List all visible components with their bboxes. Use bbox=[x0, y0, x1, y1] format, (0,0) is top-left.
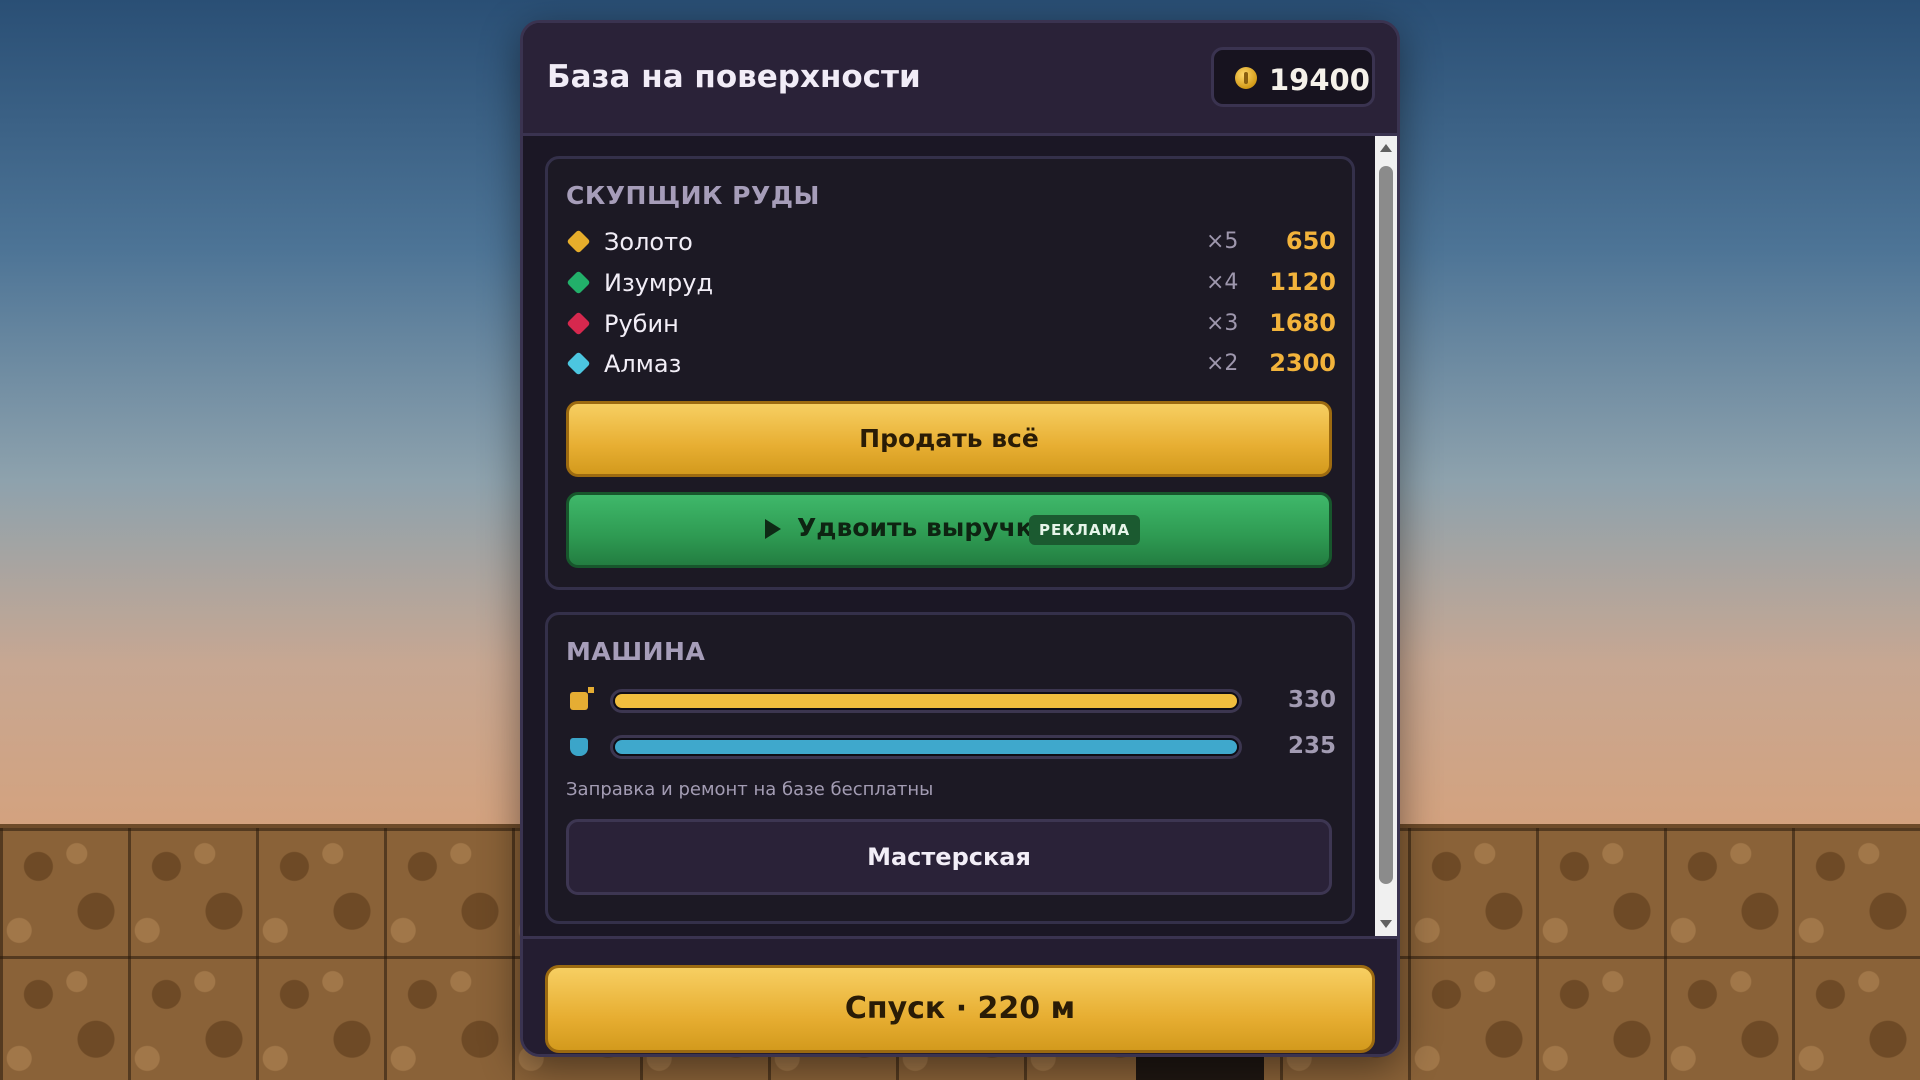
emerald-gem-icon bbox=[566, 270, 591, 295]
armor-bar-fill bbox=[615, 740, 1237, 754]
ore-qty: ×2 bbox=[1206, 351, 1239, 376]
ore-name: Рубин bbox=[604, 310, 679, 338]
double-revenue-button[interactable]: Удвоить выручку РЕКЛАМА bbox=[566, 492, 1332, 568]
ore-buyer-card: СКУПЩИК РУДЫ Золото ×5 650 Изумруд ×4 11… bbox=[545, 156, 1355, 590]
ruby-gem-icon bbox=[566, 311, 591, 336]
descend-button[interactable]: Спуск · 220 м bbox=[545, 965, 1375, 1053]
scroll-thumb[interactable] bbox=[1379, 166, 1393, 884]
ore-row-diamond: Алмаз ×2 2300 bbox=[566, 349, 1336, 385]
ore-price: 650 bbox=[1285, 227, 1336, 255]
scrollbar[interactable] bbox=[1375, 136, 1397, 936]
scroll-up-arrow-icon[interactable] bbox=[1380, 144, 1392, 152]
armor-row: 235 bbox=[566, 731, 1336, 765]
ore-qty: ×4 bbox=[1206, 270, 1239, 295]
coin-value: 19400 bbox=[1269, 63, 1370, 97]
ore-name: Изумруд bbox=[604, 269, 714, 297]
fuel-row: 330 bbox=[566, 685, 1336, 719]
armor-bar bbox=[610, 735, 1242, 759]
scroll-area[interactable]: СКУПЩИК РУДЫ Золото ×5 650 Изумруд ×4 11… bbox=[523, 136, 1397, 936]
diamond-gem-icon bbox=[566, 351, 591, 376]
panel-header: База на поверхности 19400 bbox=[523, 23, 1397, 136]
coin-icon bbox=[1235, 67, 1257, 89]
fuel-bar bbox=[610, 689, 1242, 713]
panel-title: База на поверхности bbox=[547, 59, 921, 95]
scroll-down-arrow-icon[interactable] bbox=[1380, 920, 1392, 928]
ore-name: Золото bbox=[604, 228, 693, 256]
ore-price: 1680 bbox=[1269, 309, 1336, 337]
panel-footer: Спуск · 220 м bbox=[523, 936, 1397, 1054]
ore-qty: ×3 bbox=[1206, 311, 1239, 336]
ore-price: 1120 bbox=[1269, 268, 1336, 296]
fuel-can-icon bbox=[570, 687, 594, 710]
shield-icon bbox=[570, 738, 588, 756]
ore-row-gold: Золото ×5 650 bbox=[566, 227, 1336, 263]
sell-all-button[interactable]: Продать всё bbox=[566, 401, 1332, 477]
ore-buyer-title: СКУПЩИК РУДЫ bbox=[566, 181, 820, 210]
repair-note: Заправка и ремонт на базе бесплатны bbox=[566, 779, 934, 800]
fuel-value: 330 bbox=[1287, 687, 1336, 713]
gold-gem-icon bbox=[566, 229, 591, 254]
armor-value: 235 bbox=[1287, 733, 1336, 759]
ore-qty: ×5 bbox=[1206, 229, 1239, 254]
fuel-bar-fill bbox=[615, 694, 1237, 708]
play-icon bbox=[765, 519, 781, 539]
ore-name: Алмаз bbox=[604, 350, 682, 378]
ore-row-emerald: Изумруд ×4 1120 bbox=[566, 268, 1336, 304]
mine-shaft bbox=[1136, 1055, 1264, 1080]
workshop-button[interactable]: Мастерская bbox=[566, 819, 1332, 895]
coin-balance: 19400 bbox=[1211, 47, 1375, 107]
ore-price: 2300 bbox=[1269, 349, 1336, 377]
base-panel: База на поверхности 19400 СКУПЩИК РУДЫ З… bbox=[520, 20, 1400, 1057]
ad-badge: РЕКЛАМА bbox=[1029, 515, 1141, 545]
car-title: МАШИНА bbox=[566, 637, 706, 666]
car-card: МАШИНА 330 235 Заправка и ремонт на базе… bbox=[545, 612, 1355, 924]
double-revenue-label: Удвоить выручку bbox=[797, 513, 1050, 542]
ore-row-ruby: Рубин ×3 1680 bbox=[566, 309, 1336, 345]
